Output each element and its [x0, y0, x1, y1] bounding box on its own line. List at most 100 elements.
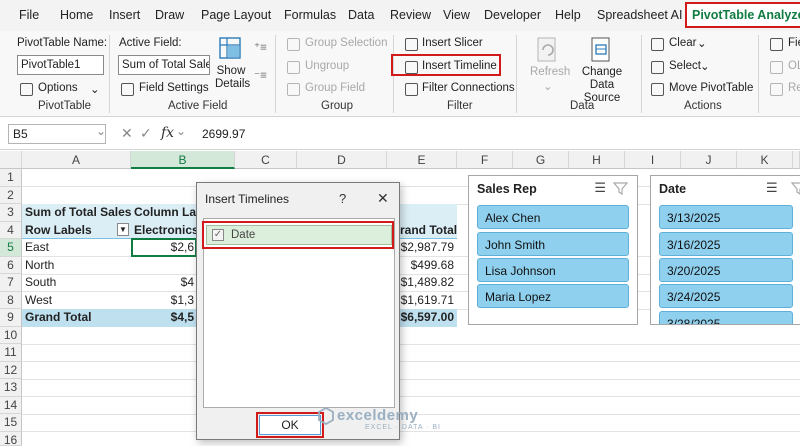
row-header[interactable]: 10: [0, 326, 22, 344]
pivot-column-labels[interactable]: Column Lab: [131, 204, 197, 222]
active-field-input[interactable]: Sum of Total Sales: [118, 55, 210, 75]
pivot-total-cell[interactable]: $499.68: [397, 257, 457, 275]
insert-timelines-dialog[interactable]: Insert Timelines ? ✕ ✓ Date OK: [196, 182, 400, 440]
pivot-value-cell[interactable]: $4: [131, 274, 197, 292]
multi-select-icon[interactable]: ☰: [766, 180, 778, 196]
slicer-item[interactable]: 3/20/2025: [659, 258, 793, 282]
row-labels-filter-icon[interactable]: ▼: [117, 223, 129, 236]
name-box-dropdown-icon[interactable]: ⌄: [96, 124, 106, 138]
move-pivottable-button[interactable]: Move PivotTable: [669, 82, 753, 94]
slicer-item[interactable]: Lisa Johnson: [477, 258, 629, 282]
tab-pivottable-analyze[interactable]: PivotTable Analyze: [685, 2, 800, 28]
slicer-item[interactable]: Alex Chen: [477, 205, 629, 229]
row-header[interactable]: 6: [0, 256, 22, 274]
row-header[interactable]: 1: [0, 169, 22, 187]
pivottable-name-input[interactable]: PivotTable1: [17, 55, 104, 75]
help-icon[interactable]: ?: [339, 191, 346, 206]
row-header[interactable]: 14: [0, 396, 22, 414]
slicer-item[interactable]: 3/13/2025: [659, 205, 793, 229]
tab-help[interactable]: Help: [555, 0, 581, 31]
pivot-row-label[interactable]: West: [22, 292, 131, 310]
tab-review[interactable]: Review: [390, 0, 431, 31]
tab-home[interactable]: Home: [60, 0, 93, 31]
select-all-corner[interactable]: [0, 151, 22, 169]
slicer-item[interactable]: 3/16/2025: [659, 232, 793, 256]
formula-input[interactable]: 2699.97: [202, 127, 245, 141]
row-header[interactable]: 5: [0, 239, 22, 257]
pivot-grand-total-label[interactable]: Grand Total: [22, 309, 131, 327]
filter-connections-button[interactable]: Filter Connections: [422, 82, 515, 94]
group-selection-button[interactable]: Group Selection: [305, 37, 387, 49]
column-header[interactable]: C: [235, 151, 297, 169]
pivot-grand-total-header[interactable]: rand Total: [397, 222, 457, 240]
tab-formulas[interactable]: Formulas: [284, 0, 336, 31]
row-header[interactable]: 11: [0, 344, 22, 362]
clear-filter-icon[interactable]: [613, 181, 628, 196]
column-header[interactable]: B: [131, 151, 235, 169]
row-header[interactable]: 4: [0, 221, 22, 239]
tab-insert[interactable]: Insert: [109, 0, 140, 31]
pivot-row-label[interactable]: East: [22, 239, 131, 257]
refresh-button[interactable]: Refresh: [530, 66, 570, 78]
column-header[interactable]: [793, 151, 800, 169]
row-header[interactable]: 16: [0, 431, 22, 446]
tab-draw[interactable]: Draw: [155, 0, 184, 31]
column-header[interactable]: H: [569, 151, 625, 169]
row-header[interactable]: 13: [0, 379, 22, 397]
clear-filter-icon[interactable]: [791, 181, 800, 196]
row-header[interactable]: 15: [0, 414, 22, 432]
row-header[interactable]: 12: [0, 361, 22, 379]
column-header[interactable]: I: [625, 151, 681, 169]
clear-button[interactable]: Clear: [669, 37, 696, 49]
select-dropdown-icon[interactable]: ⌄: [700, 59, 710, 73]
column-header[interactable]: A: [22, 151, 131, 169]
options-button[interactable]: Options: [38, 82, 78, 94]
insert-function-icon[interactable]: fx: [161, 125, 174, 141]
close-icon[interactable]: ✕: [377, 190, 389, 207]
pivot-total-cell[interactable]: $1,489.82: [397, 274, 457, 292]
options-dropdown-icon[interactable]: ⌄: [90, 82, 100, 96]
pivot-value-cell[interactable]: $2,6: [131, 239, 197, 257]
column-header[interactable]: J: [681, 151, 737, 169]
tab-developer[interactable]: Developer: [484, 0, 541, 31]
pivot-value-header[interactable]: Sum of Total Sales: [22, 204, 131, 222]
slicer-sales-rep[interactable]: Sales Rep ☰ Alex Chen John Smith Lisa Jo…: [468, 175, 638, 325]
pivot-row-labels[interactable]: Row Labels: [22, 222, 117, 240]
clear-dropdown-icon[interactable]: ⌄: [697, 36, 707, 50]
column-header[interactable]: G: [513, 151, 569, 169]
slicer-item[interactable]: John Smith: [477, 232, 629, 256]
name-box[interactable]: B5: [8, 124, 106, 144]
pivot-row-label[interactable]: North: [22, 257, 131, 275]
row-header[interactable]: 7: [0, 274, 22, 292]
column-header[interactable]: F: [457, 151, 513, 169]
show-details-button[interactable]: Show Details: [215, 65, 250, 91]
slicer-item[interactable]: 3/24/2025: [659, 284, 793, 308]
group-field-button[interactable]: Group Field: [305, 82, 365, 94]
fields-list-button[interactable]: Fie: [788, 37, 800, 49]
pivot-row-label[interactable]: South: [22, 274, 131, 292]
field-settings-button[interactable]: Field Settings: [139, 82, 209, 94]
slicer-date[interactable]: Date ☰ 3/13/2025 3/16/2025 3/20/2025 3/2…: [650, 175, 800, 325]
slicer-item[interactable]: Maria Lopez: [477, 284, 629, 308]
tab-page-layout[interactable]: Page Layout: [201, 0, 271, 31]
multi-select-icon[interactable]: ☰: [594, 180, 606, 196]
slicer-item[interactable]: 3/28/2025: [659, 311, 793, 324]
insert-slicer-button[interactable]: Insert Slicer: [422, 37, 483, 49]
pivot-value-cell[interactable]: [131, 257, 197, 275]
pivot-value-cell[interactable]: $1,3: [131, 292, 197, 310]
expand-field-icon[interactable]: ⁺≡: [254, 40, 267, 54]
column-header[interactable]: K: [737, 151, 793, 169]
ungroup-button[interactable]: Ungroup: [305, 60, 349, 72]
row-header[interactable]: 9: [0, 309, 22, 327]
pivot-total-cell[interactable]: $6,597.00: [397, 309, 457, 327]
collapse-field-icon[interactable]: ⁻≡: [254, 68, 267, 82]
cancel-icon[interactable]: ✕: [121, 125, 133, 142]
row-header[interactable]: 3: [0, 204, 22, 222]
tab-view[interactable]: View: [443, 0, 470, 31]
select-button[interactable]: Select: [669, 60, 701, 72]
pivot-category-electronics[interactable]: Electronics: [131, 222, 197, 240]
insert-timeline-button[interactable]: Insert Timeline: [422, 60, 497, 72]
row-header[interactable]: 2: [0, 186, 22, 204]
row-header[interactable]: 8: [0, 291, 22, 309]
relationships-button[interactable]: Re: [788, 82, 800, 94]
